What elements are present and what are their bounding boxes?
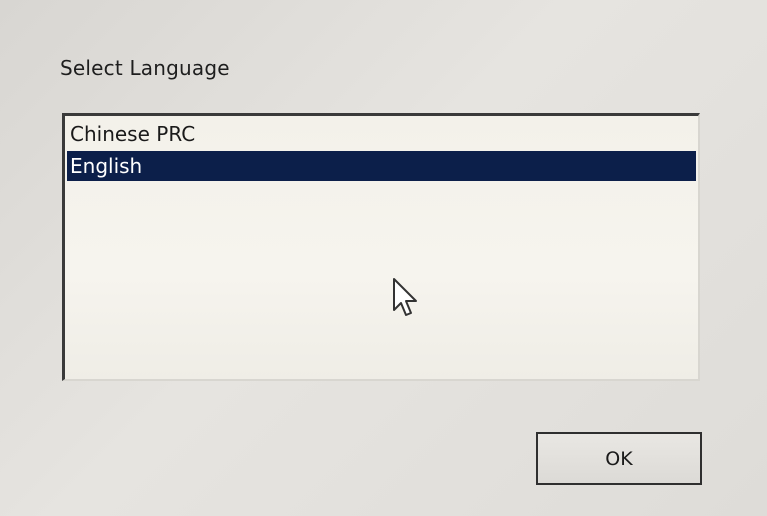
language-listbox[interactable]: Chinese PRC English — [62, 113, 700, 381]
language-option-chinese-prc[interactable]: Chinese PRC — [67, 119, 696, 149]
mouse-pointer-icon — [393, 278, 417, 316]
ok-button[interactable]: OK — [536, 432, 702, 485]
language-option-english[interactable]: English — [67, 151, 696, 181]
select-language-label: Select Language — [60, 56, 230, 80]
language-dialog: Select Language Chinese PRC English OK — [0, 0, 767, 516]
